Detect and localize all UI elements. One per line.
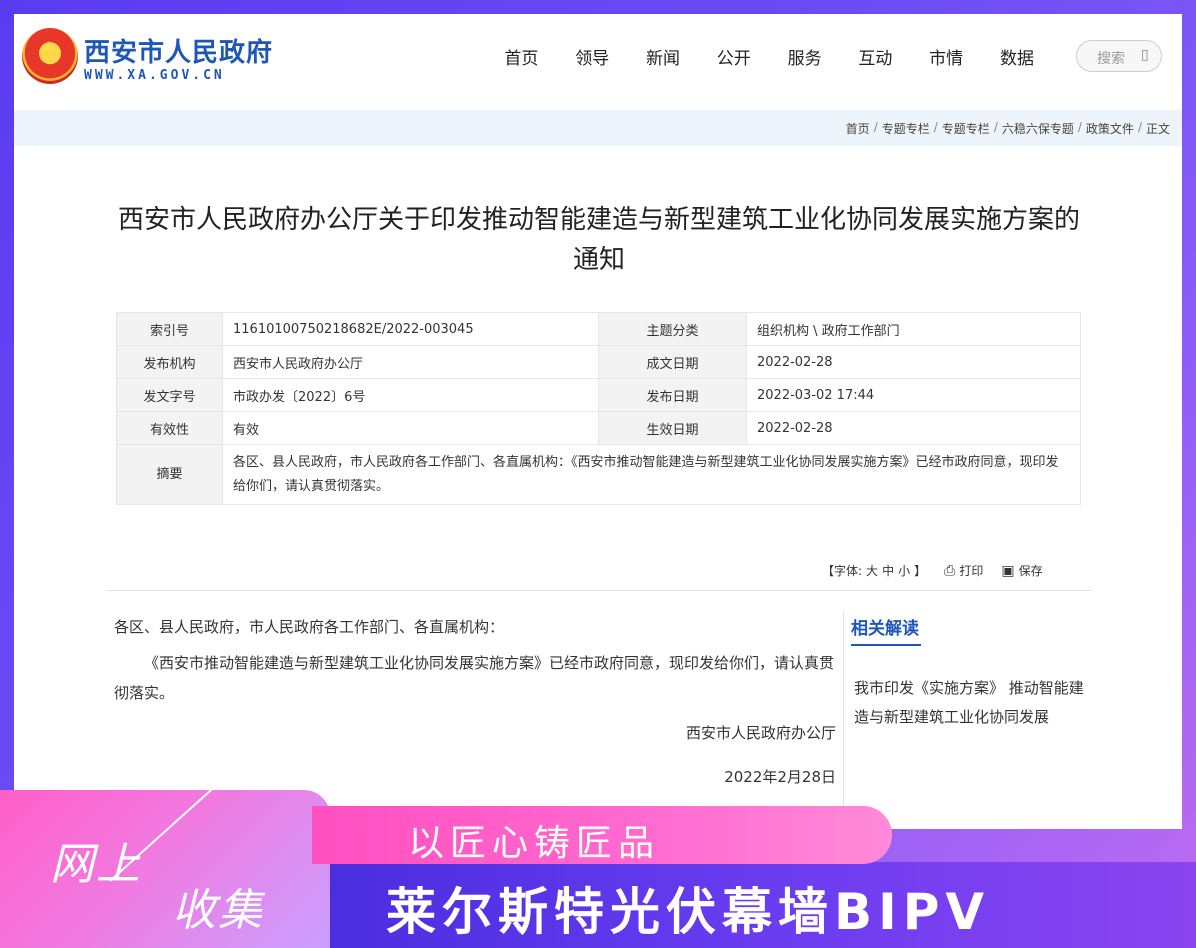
nav-item-data[interactable]: 数据 — [982, 44, 1053, 69]
nav-item-home[interactable]: 首页 — [486, 44, 557, 69]
related-underline — [851, 644, 921, 646]
nav-item-leaders[interactable]: 领导 — [557, 44, 628, 69]
breadcrumb-policy[interactable]: 政策文件 — [1086, 120, 1134, 137]
breadcrumb-separator: / — [993, 120, 998, 134]
signer: 西安市人民政府办公厅 — [685, 724, 836, 742]
article-tools: 【字体: 大 中 小 】 ⎙ 打印 ▣ 保存 — [822, 562, 1043, 579]
info-value: 西安市人民政府办公厅 — [222, 345, 599, 379]
overlay-text-line2: 收集 — [172, 885, 264, 936]
info-key: 发布机构 — [116, 345, 223, 379]
body-paragraph: 《西安市推动智能建造与新型建筑工业化协同发展实施方案》已经市政府同意，现印发给你… — [114, 654, 835, 702]
font-large-button[interactable]: 大 — [866, 562, 878, 579]
divider — [106, 590, 1092, 591]
breadcrumb-bar: 首页 / 专题专栏 / 专题专栏 / 六稳六保专题 / 政策文件 / 正文 — [14, 110, 1182, 146]
related-title: 相关解读 — [851, 619, 919, 639]
nav-item-services[interactable]: 服务 — [769, 44, 840, 69]
related-link[interactable]: 我市印发《实施方案》 推动智能建造与新型建筑工业化协同发展 — [854, 674, 1084, 732]
search-placeholder: 搜索 — [1097, 51, 1125, 67]
breadcrumb-separator: / — [1077, 120, 1082, 134]
font-size-label: 【字体: — [822, 564, 863, 578]
nav-item-news[interactable]: 新闻 — [628, 44, 699, 69]
info-key: 有效性 — [116, 411, 223, 445]
overlay-bottom-text: 莱尔斯特光伏幕墙BIPV — [386, 883, 991, 941]
national-emblem-icon[interactable]: ★ — [22, 28, 78, 84]
font-medium-button[interactable]: 中 — [882, 562, 894, 579]
info-value: 2022-02-28 — [746, 411, 1081, 445]
search-input[interactable]: 搜索 ▯ — [1076, 40, 1162, 72]
info-value: 有效 — [222, 411, 599, 445]
table-row: 发文字号 市政办发〔2022〕6号 发布日期 2022-03-02 17:44 — [116, 378, 1081, 412]
breadcrumb: 首页 / 专题专栏 / 专题专栏 / 六稳六保专题 / 政策文件 / 正文 — [846, 120, 1170, 137]
site-domain: WWW.XA.GOV.CN — [84, 68, 225, 83]
breadcrumb-six-stability[interactable]: 六稳六保专题 — [1002, 120, 1074, 137]
breadcrumb-topics[interactable]: 专题专栏 — [882, 120, 930, 137]
info-key: 发文字号 — [116, 378, 223, 412]
table-row: 有效性 有效 生效日期 2022-02-28 — [116, 411, 1081, 445]
info-value: 11610100750218682E/2022-003045 — [222, 312, 599, 346]
info-value: 2022-02-28 — [746, 345, 1081, 379]
divider — [843, 610, 844, 829]
overlay-text-line1: 网上 — [50, 839, 142, 890]
table-row: 索引号 11610100750218682E/2022-003045 主题分类 … — [116, 312, 1081, 346]
site-header: ★ 西安市人民政府 WWW.XA.GOV.CN 首页 领导 新闻 公开 服务 互… — [14, 14, 1182, 110]
save-button[interactable]: 保存 — [1019, 562, 1043, 579]
nav-item-city[interactable]: 市情 — [911, 44, 982, 69]
greeting: 各区、县人民政府，市人民政府各工作部门、各直属机构： — [114, 618, 505, 636]
print-button[interactable]: 打印 — [959, 562, 983, 579]
overlay-ribbon-text: 以匠心铸匠品 — [408, 823, 661, 864]
overlay-ribbon: 以匠心铸匠品 — [312, 806, 892, 864]
info-key: 发布日期 — [598, 378, 747, 412]
search-icon[interactable]: ▯ — [1141, 47, 1149, 63]
document-info-table: 索引号 11610100750218682E/2022-003045 主题分类 … — [116, 312, 1081, 505]
info-abstract: 各区、县人民政府，市人民政府各工作部门、各直属机构：《西安市推动智能建造与新型建… — [222, 444, 1081, 505]
font-size-suffix: 】 — [914, 564, 927, 578]
info-value: 组织机构 \ 政府工作部门 — [746, 312, 1081, 346]
overlay-bottom-strip: 莱尔斯特光伏幕墙BIPV — [330, 862, 1196, 948]
printer-icon[interactable]: ⎙ — [944, 563, 955, 579]
nav-item-public[interactable]: 公开 — [698, 44, 769, 69]
nav-item-interaction[interactable]: 互动 — [840, 44, 911, 69]
info-key: 成文日期 — [598, 345, 747, 379]
info-key: 索引号 — [116, 312, 223, 346]
main-nav: 首页 领导 新闻 公开 服务 互动 市情 数据 — [486, 44, 1052, 69]
info-key: 摘要 — [116, 444, 223, 505]
breadcrumb-home[interactable]: 首页 — [846, 120, 870, 137]
info-key: 生效日期 — [598, 411, 747, 445]
info-key: 主题分类 — [598, 312, 747, 346]
table-row: 发布机构 西安市人民政府办公厅 成文日期 2022-02-28 — [116, 345, 1081, 379]
table-row: 摘要 各区、县人民政府，市人民政府各工作部门、各直属机构：《西安市推动智能建造与… — [116, 444, 1081, 505]
browser-page: ★ 西安市人民政府 WWW.XA.GOV.CN 首页 领导 新闻 公开 服务 互… — [14, 14, 1182, 829]
font-small-button[interactable]: 小 — [898, 562, 910, 579]
article-body: 各区、县人民政府，市人民政府各工作部门、各直属机构： 《西安市推动智能建造与新型… — [114, 612, 840, 708]
sign-date: 2022年2月28日 — [724, 768, 836, 786]
breadcrumb-separator: / — [873, 120, 878, 134]
breadcrumb-separator: / — [1137, 120, 1142, 134]
info-value: 市政办发〔2022〕6号 — [222, 378, 599, 412]
breadcrumb-topics-2[interactable]: 专题专栏 — [942, 120, 990, 137]
breadcrumb-separator: / — [933, 120, 938, 134]
breadcrumb-current: 正文 — [1145, 122, 1170, 136]
site-name[interactable]: 西安市人民政府 — [84, 32, 273, 69]
page-title: 西安市人民政府办公厅关于印发推动智能建造与新型建筑工业化协同发展实施方案的通知 — [117, 205, 1080, 275]
overlay-left-banner: 网上 收集 — [0, 779, 330, 948]
save-icon[interactable]: ▣ — [1001, 563, 1014, 579]
info-value: 2022-03-02 17:44 — [746, 378, 1081, 412]
